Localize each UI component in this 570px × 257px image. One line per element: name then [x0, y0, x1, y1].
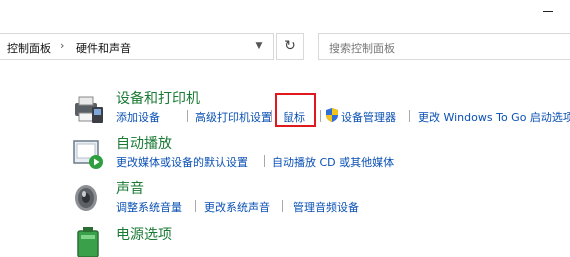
link-autoplay-cd[interactable]: 自动播放 CD 或其他媒体 [272, 154, 394, 170]
refresh-icon: ↻ [284, 38, 296, 54]
search-input[interactable]: 搜索控制面板 [318, 33, 570, 60]
printer-icon[interactable] [72, 93, 106, 127]
breadcrumb-control-panel[interactable]: 控制面板 [7, 40, 51, 56]
category-title-power-options[interactable]: 电源选项 [116, 224, 172, 244]
title-bar [0, 0, 570, 30]
chevron-down-icon[interactable]: ▼ [252, 39, 266, 53]
category-title-devices-printers[interactable]: 设备和打印机 [116, 88, 200, 108]
breadcrumb-hardware-sound[interactable]: 硬件和声音 [76, 40, 131, 56]
link-windows-to-go[interactable]: 更改 Windows To Go 启动选项 [418, 109, 570, 125]
link-manage-audio-devices[interactable]: 管理音频设备 [293, 199, 359, 215]
address-bar[interactable]: 控制面板 › 硬件和声音 ▼ [0, 33, 274, 60]
link-adjust-volume[interactable]: 调整系统音量 [116, 199, 182, 215]
divider [264, 155, 265, 167]
divider [282, 200, 283, 212]
category-title-autoplay[interactable]: 自动播放 [116, 133, 172, 153]
link-advanced-printer-setup[interactable]: 高级打印机设置 [195, 109, 272, 125]
divider [320, 110, 321, 122]
divider [187, 110, 188, 122]
link-add-device[interactable]: 添加设备 [116, 109, 160, 125]
link-device-manager[interactable]: 设备管理器 [341, 109, 396, 125]
breadcrumb-separator-icon[interactable]: › [60, 39, 64, 52]
link-change-default-settings[interactable]: 更改媒体或设备的默认设置 [116, 154, 248, 170]
divider [271, 110, 272, 122]
battery-icon[interactable] [72, 223, 106, 257]
category-title-sound[interactable]: 声音 [116, 178, 144, 198]
shield-icon [326, 108, 338, 122]
autoplay-icon[interactable] [72, 138, 106, 172]
speaker-icon[interactable] [72, 181, 106, 215]
divider [195, 200, 196, 212]
refresh-button[interactable]: ↻ [276, 33, 304, 60]
link-change-system-sounds[interactable]: 更改系统声音 [204, 199, 270, 215]
minimize-button[interactable] [541, 4, 555, 18]
mouse-highlight-box [275, 93, 316, 127]
divider [409, 110, 410, 122]
search-placeholder: 搜索控制面板 [329, 42, 395, 55]
